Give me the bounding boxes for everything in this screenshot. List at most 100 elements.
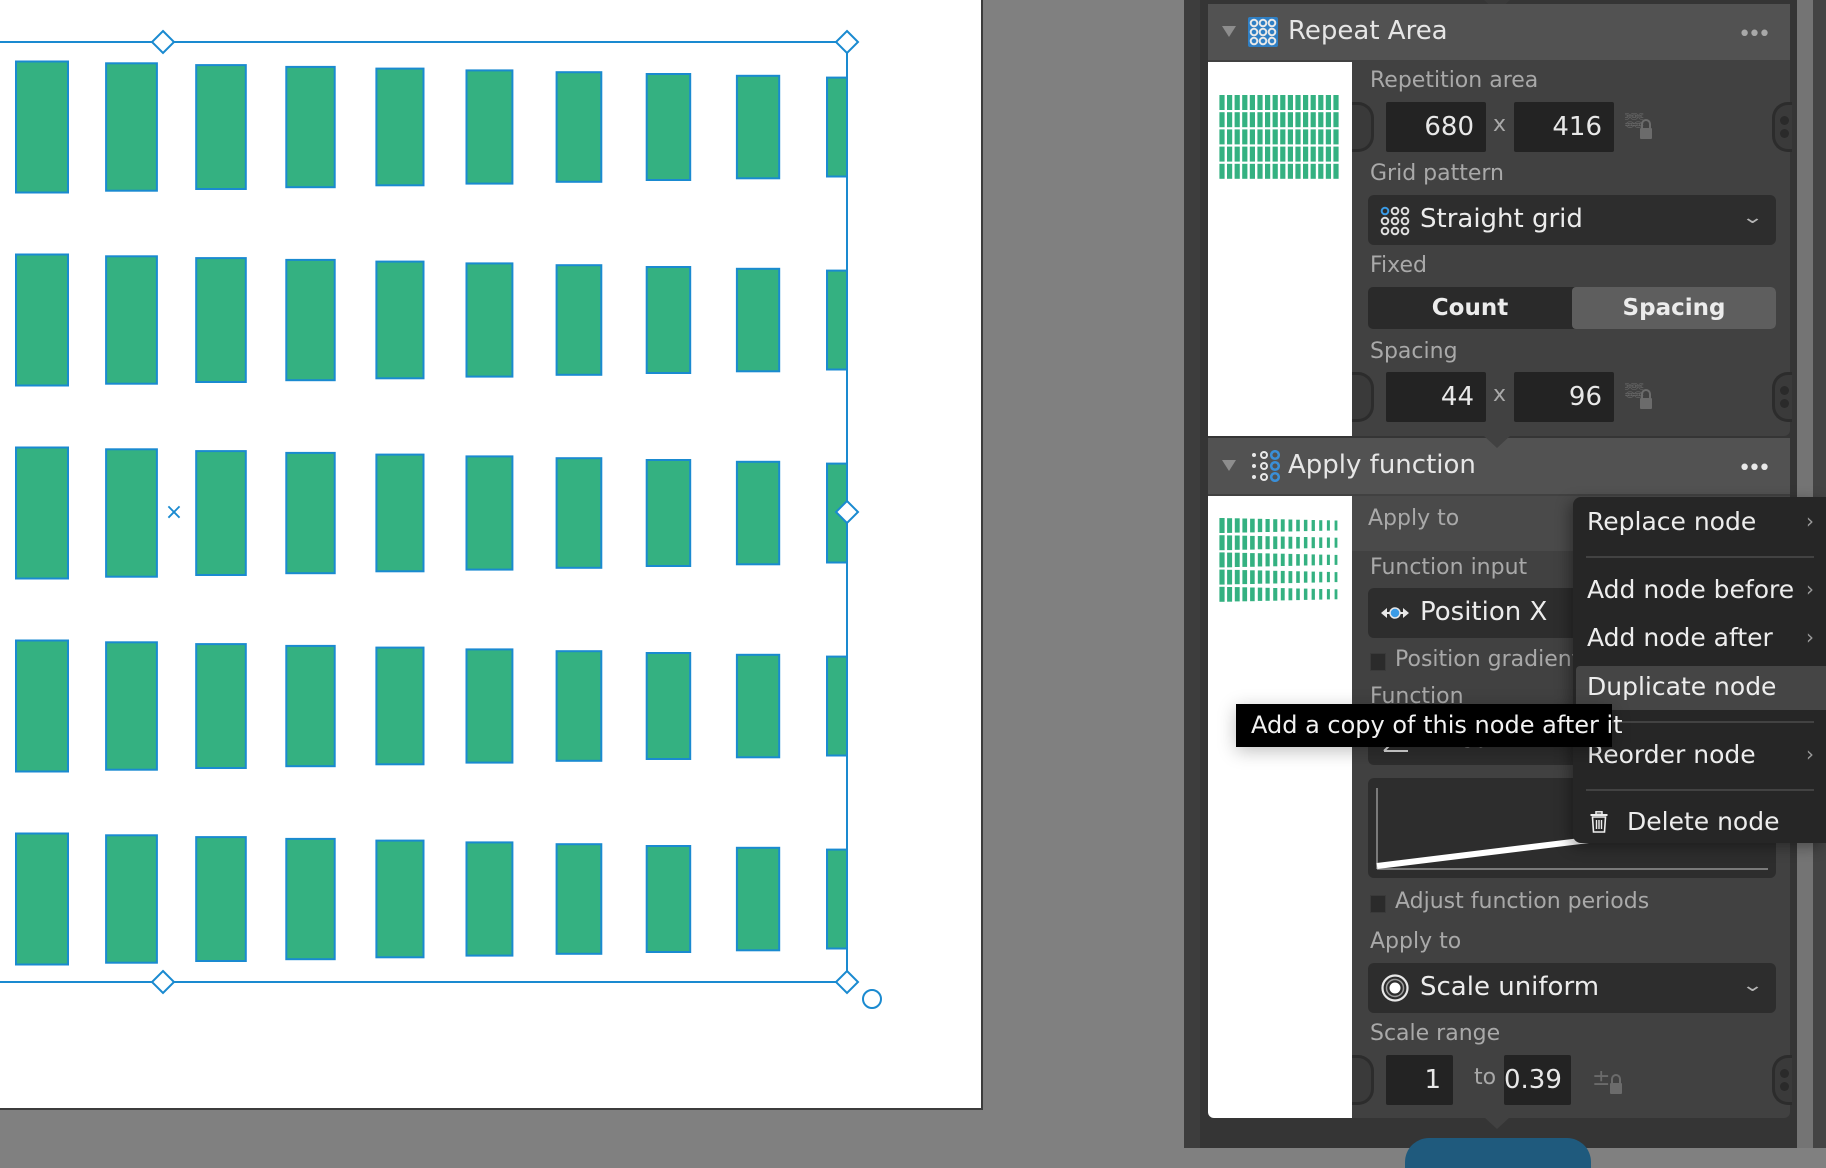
menu-item-replace-node[interactable]: Replace node › xyxy=(1573,501,1826,543)
preview-shape xyxy=(1257,129,1263,145)
repeated-shape[interactable] xyxy=(105,62,158,192)
plus-minus-icon[interactable]: ± xyxy=(1592,1066,1610,1091)
repeated-shape[interactable] xyxy=(735,846,781,952)
repeated-shape[interactable] xyxy=(105,641,158,771)
repeated-shape[interactable] xyxy=(465,262,514,378)
input-link-right[interactable] xyxy=(1772,102,1792,152)
scale-from-input[interactable]: 1 xyxy=(1386,1055,1453,1105)
repeated-shape[interactable] xyxy=(735,653,781,759)
repeated-shape[interactable] xyxy=(465,648,514,764)
repeated-shape[interactable] xyxy=(285,451,336,575)
repeated-shape[interactable] xyxy=(285,644,336,768)
input-link-right[interactable] xyxy=(1772,1055,1792,1105)
repeated-shape[interactable] xyxy=(15,832,69,966)
repeated-shape[interactable] xyxy=(465,69,514,185)
repeated-shape[interactable] xyxy=(555,71,603,183)
document-page[interactable]: × xyxy=(0,0,983,1110)
menu-item-add-node-after[interactable]: Add node after › xyxy=(1573,617,1826,659)
handle-bottom-middle[interactable] xyxy=(150,969,176,995)
repeated-shape[interactable] xyxy=(195,257,247,384)
input-link-left[interactable] xyxy=(1352,1055,1374,1105)
input-link-left[interactable] xyxy=(1352,372,1374,422)
repeated-shape[interactable] xyxy=(15,639,69,773)
menu-item-add-node-before[interactable]: Add node before › xyxy=(1573,569,1826,611)
repeated-shape[interactable] xyxy=(195,836,247,962)
repeated-shape[interactable] xyxy=(285,65,336,189)
preview-shape xyxy=(1265,129,1271,145)
repeated-shape[interactable] xyxy=(195,64,247,190)
input-link-right[interactable] xyxy=(1772,372,1792,422)
rotate-handle[interactable] xyxy=(862,989,882,1009)
preview-shape xyxy=(1303,571,1308,583)
handle-top-right[interactable] xyxy=(834,29,860,55)
repeated-shape[interactable] xyxy=(645,652,692,760)
node-more-button[interactable]: ••• xyxy=(1738,22,1771,47)
apply-to-dropdown[interactable]: Scale uniform ⌄ xyxy=(1368,963,1776,1013)
repeat-shapes[interactable]: × xyxy=(0,0,983,1110)
repeated-shape[interactable] xyxy=(645,73,692,181)
repeated-shape[interactable] xyxy=(555,457,603,569)
menu-item-delete-node[interactable]: Delete node xyxy=(1573,801,1826,843)
repeated-shape[interactable] xyxy=(285,258,336,382)
unlock-icon[interactable] xyxy=(1640,389,1652,409)
handle-bottom-right[interactable] xyxy=(834,969,860,995)
repeated-shape[interactable] xyxy=(375,453,425,573)
repeated-shape[interactable] xyxy=(15,60,69,194)
preview-shape xyxy=(1296,571,1300,583)
collapse-triangle-icon[interactable] xyxy=(1222,26,1236,37)
repeated-shape[interactable] xyxy=(375,260,425,380)
spacing-x-input[interactable]: 44 xyxy=(1386,372,1486,422)
preview-shape xyxy=(1219,552,1225,568)
canvas-area[interactable]: × xyxy=(0,0,1184,1148)
repeated-shape[interactable] xyxy=(105,834,158,964)
repeated-shape[interactable] xyxy=(555,264,603,376)
repeated-shape[interactable] xyxy=(105,255,158,385)
repeated-shape[interactable] xyxy=(735,460,781,566)
adjust-periods-checkbox[interactable] xyxy=(1370,895,1386,913)
spacing-y-input[interactable]: 96 xyxy=(1514,372,1614,422)
repeated-shape[interactable] xyxy=(105,448,158,578)
fixed-option-count[interactable]: Count xyxy=(1368,287,1572,329)
repeated-shape[interactable] xyxy=(465,841,514,957)
repeated-shape[interactable] xyxy=(375,839,425,959)
fixed-option-spacing[interactable]: Spacing xyxy=(1572,287,1776,329)
repeated-shape[interactable] xyxy=(645,459,692,567)
handle-top-middle[interactable] xyxy=(150,29,176,55)
repeated-shape[interactable] xyxy=(15,253,69,387)
add-node-button[interactable] xyxy=(1405,1138,1591,1168)
preview-shape xyxy=(1219,535,1225,551)
collapse-triangle-icon[interactable] xyxy=(1222,460,1236,471)
repeated-shape[interactable] xyxy=(645,845,692,953)
repetition-width-input[interactable]: 680 xyxy=(1386,102,1486,152)
repeated-shape[interactable] xyxy=(826,655,848,757)
position-x-icon xyxy=(1381,607,1409,619)
repeated-shape[interactable] xyxy=(735,74,781,180)
repeated-shape[interactable] xyxy=(735,267,781,373)
node-header-repeat-area[interactable]: Repeat Area ••• xyxy=(1208,4,1790,60)
repeated-shape[interactable] xyxy=(195,450,247,577)
repeated-shape[interactable] xyxy=(15,446,69,580)
preview-shape xyxy=(1242,552,1248,567)
repeated-shape[interactable] xyxy=(826,76,848,178)
preview-shape xyxy=(1287,95,1293,110)
scale-to-input[interactable]: 0.39 xyxy=(1504,1055,1571,1105)
position-gradient-checkbox[interactable] xyxy=(1370,653,1386,671)
repeated-shape[interactable] xyxy=(826,848,848,950)
repeated-shape[interactable] xyxy=(375,67,425,187)
repeated-shape[interactable] xyxy=(285,837,336,961)
node-more-button[interactable]: ••• xyxy=(1738,456,1771,481)
node-preview-apply-function xyxy=(1208,496,1352,1118)
unlock-icon[interactable] xyxy=(1640,119,1652,139)
input-link-left[interactable] xyxy=(1352,102,1374,152)
repeated-shape[interactable] xyxy=(555,843,603,955)
repeated-shape[interactable] xyxy=(375,646,425,766)
repeated-shape[interactable] xyxy=(645,266,692,374)
scale-uniform-icon xyxy=(1381,974,1409,1002)
repeated-shape[interactable] xyxy=(826,269,848,371)
repeated-shape[interactable] xyxy=(465,455,514,571)
repetition-height-input[interactable]: 416 xyxy=(1514,102,1614,152)
repeated-shape[interactable] xyxy=(555,650,603,762)
repeated-shape[interactable] xyxy=(195,643,247,769)
grid-pattern-dropdown[interactable]: Straight grid ⌄ xyxy=(1368,195,1776,245)
unlock-icon[interactable] xyxy=(1610,1074,1622,1094)
